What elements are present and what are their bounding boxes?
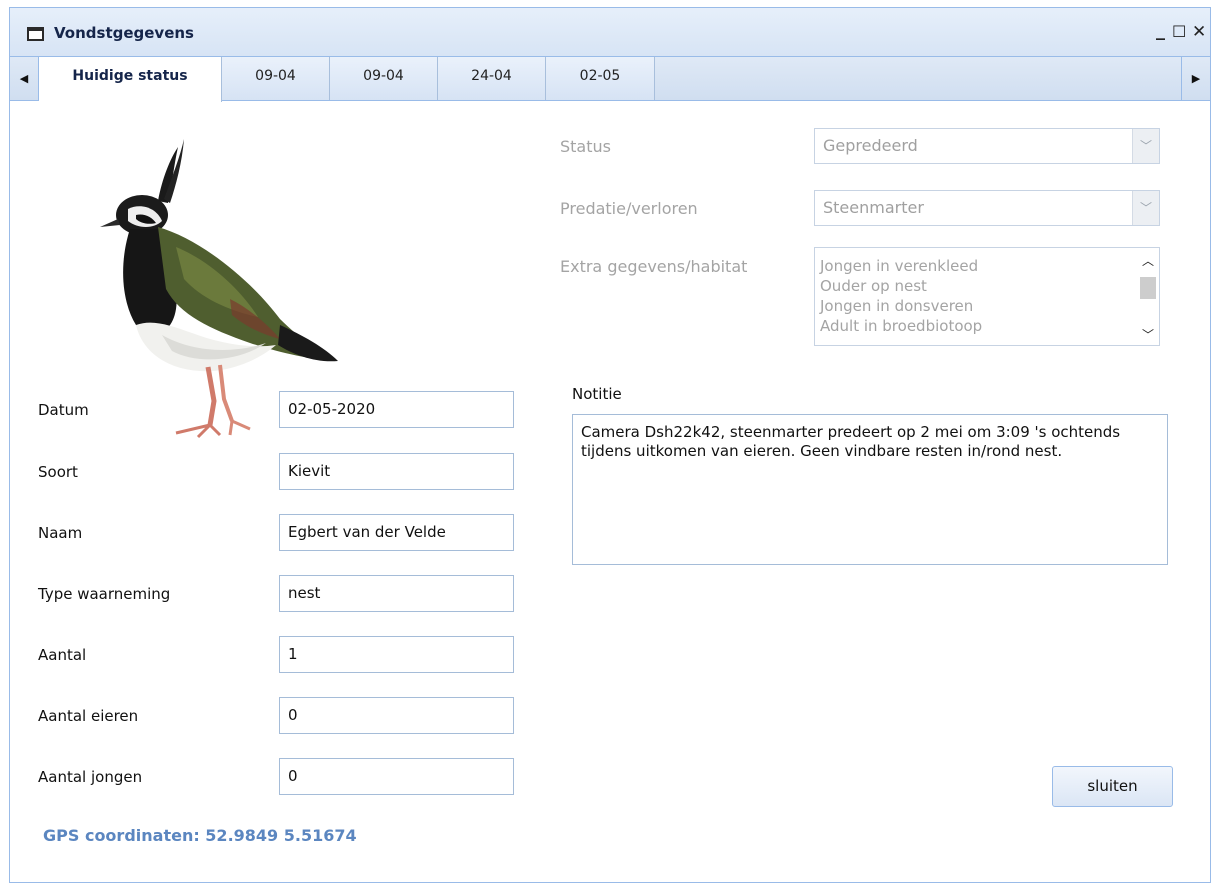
soort-label: Soort <box>38 463 78 481</box>
predatie-label: Predatie/verloren <box>560 199 698 218</box>
type-waarneming-label: Type waarneming <box>38 585 171 603</box>
tab-date-4[interactable]: 02-05 <box>546 57 655 100</box>
tab-scroll-left-icon[interactable]: ◀ <box>10 57 39 100</box>
window-icon <box>27 27 44 41</box>
dropdown-arrow-icon[interactable]: ﹀ <box>1132 191 1159 225</box>
datum-field[interactable]: 02-05-2020 <box>279 391 514 428</box>
tab-strip: Huidige status 09-04 09-04 24-04 02-05 <box>39 57 655 102</box>
predatie-select[interactable]: Steenmarter ﹀ <box>814 190 1160 226</box>
tab-huidige-status[interactable]: Huidige status <box>39 57 222 102</box>
listbox-scrollbar[interactable]: ︿ ﹀ <box>1137 248 1159 345</box>
gps-coordinates: GPS coordinaten: 52.9849 5.51674 <box>43 826 357 845</box>
dropdown-arrow-icon[interactable]: ﹀ <box>1132 129 1159 163</box>
naam-field[interactable]: Egbert van der Velde <box>279 514 514 551</box>
type-waarneming-field[interactable]: nest <box>279 575 514 612</box>
list-item[interactable]: Ouder op nest <box>820 276 982 296</box>
aantal-jongen-field[interactable]: 0 <box>279 758 514 795</box>
soort-field[interactable]: Kievit <box>279 453 514 490</box>
list-item[interactable]: Jongen in verenkleed <box>820 256 982 276</box>
tab-date-3[interactable]: 24-04 <box>438 57 546 100</box>
list-item[interactable]: Adult in broedbiotoop <box>820 316 982 336</box>
naam-label: Naam <box>38 524 83 542</box>
tab-date-2[interactable]: 09-04 <box>330 57 438 100</box>
notitie-label: Notitie <box>572 385 622 403</box>
status-value: Gepredeerd <box>823 136 918 155</box>
scroll-up-icon[interactable]: ︿ <box>1137 252 1159 269</box>
sluiten-button[interactable]: sluiten <box>1052 766 1173 807</box>
predatie-value: Steenmarter <box>823 198 924 217</box>
status-select[interactable]: Gepredeerd ﹀ <box>814 128 1160 164</box>
aantal-eieren-field[interactable]: 0 <box>279 697 514 734</box>
aantal-eieren-label: Aantal eieren <box>38 707 139 725</box>
extra-gegevens-label: Extra gegevens/habitat <box>560 257 748 276</box>
datum-label: Datum <box>38 401 89 419</box>
window-title: Vondstgegevens <box>54 24 194 42</box>
close-window-button[interactable]: ✕ <box>1192 22 1206 42</box>
maximize-button[interactable]: ☐ <box>1172 22 1186 41</box>
aantal-jongen-label: Aantal jongen <box>38 768 143 786</box>
extra-gegevens-listbox[interactable]: Jongen in verenkleed Ouder op nest Jonge… <box>814 247 1160 346</box>
status-label: Status <box>560 137 611 156</box>
minimize-button[interactable]: _ <box>1156 20 1165 41</box>
tab-date-1[interactable]: 09-04 <box>222 57 330 100</box>
vondstgegevens-window: Vondstgegevens _ ☐ ✕ ◀ Huidige status 09… <box>9 7 1211 883</box>
title-bar[interactable]: Vondstgegevens _ ☐ ✕ <box>10 7 1210 56</box>
extra-gegevens-options: Jongen in verenkleed Ouder op nest Jonge… <box>820 256 982 336</box>
notitie-textarea[interactable]: Camera Dsh22k42, steenmarter predeert op… <box>572 414 1168 565</box>
tab-bar: ◀ Huidige status 09-04 09-04 24-04 02-05… <box>10 56 1210 102</box>
tab-scroll-right-icon[interactable]: ▶ <box>1181 57 1210 100</box>
aantal-label: Aantal <box>38 646 87 664</box>
scroll-down-icon[interactable]: ﹀ <box>1137 326 1159 343</box>
scrollbar-thumb[interactable] <box>1140 277 1156 299</box>
aantal-field[interactable]: 1 <box>279 636 514 673</box>
list-item[interactable]: Jongen in donsveren <box>820 296 982 316</box>
